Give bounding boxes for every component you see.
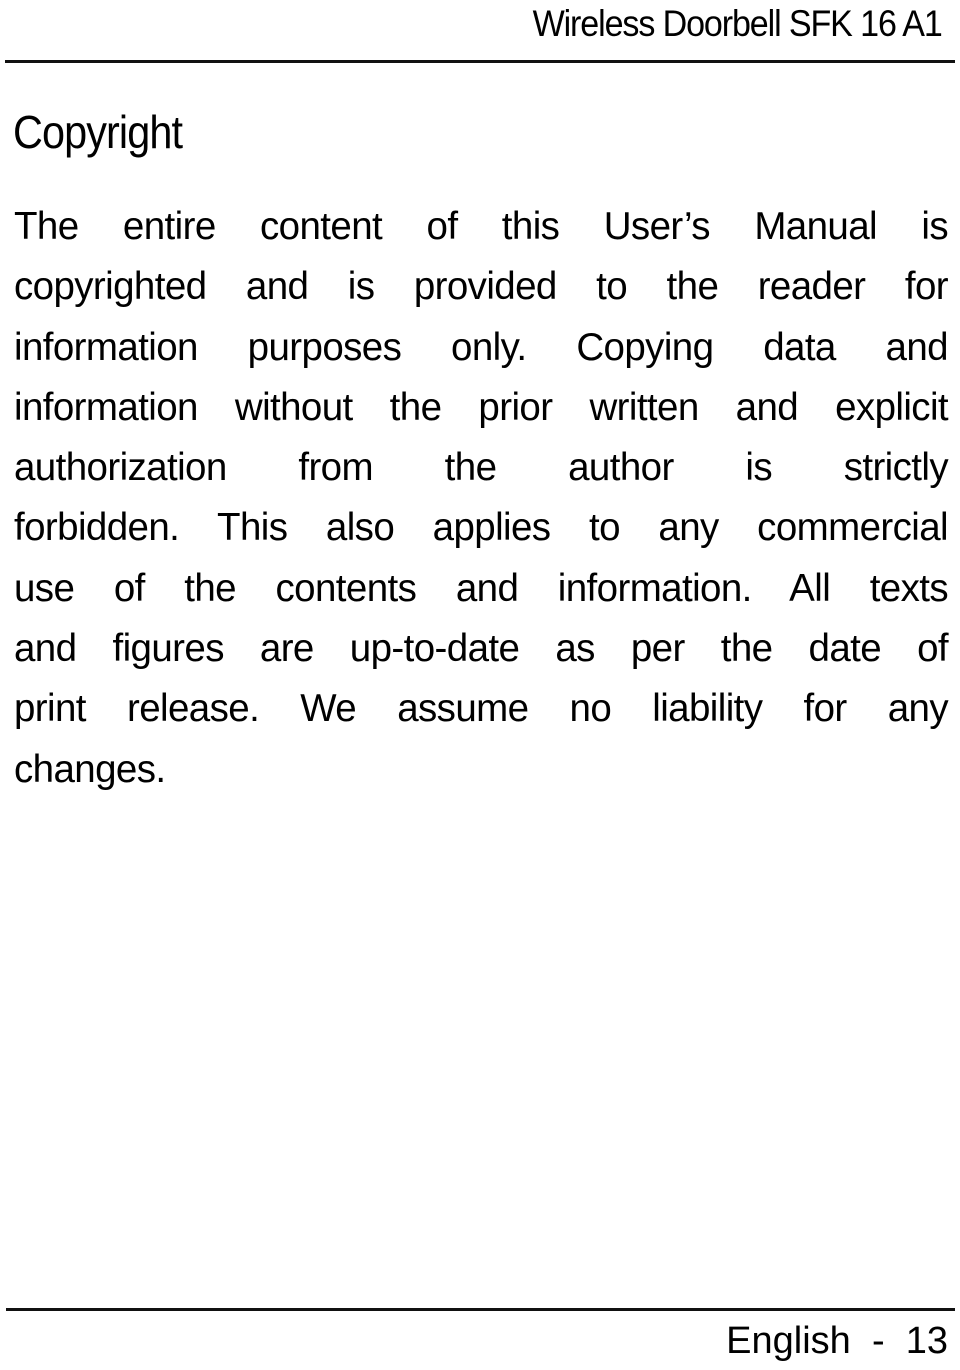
- paragraph-line: use of the contents and information. All…: [14, 566, 949, 610]
- paragraph-line: The entire content of this User’s Manual…: [14, 205, 949, 248]
- paragraph-line: forbidden. This also applies to any comm…: [14, 506, 949, 550]
- page-number: 13: [905, 1320, 948, 1362]
- section-title: Copyright: [13, 106, 183, 158]
- footer-divider: [6, 1308, 955, 1311]
- paragraph-line: and figures are up-to-date as per the da…: [14, 627, 949, 671]
- header-divider: [5, 60, 955, 63]
- paragraph-line: information without the prior written an…: [14, 385, 949, 429]
- paragraph-line: print release. We assume no liability fo…: [14, 687, 949, 731]
- page-footer: English - 13: [726, 1318, 948, 1364]
- paragraph-line: information purposes only. Copying data …: [14, 325, 949, 369]
- document-header-title: Wireless Doorbell SFK 16 A1: [532, 3, 943, 44]
- paragraph-line: changes.: [14, 747, 166, 791]
- copyright-paragraph: The entire content of this User’s Manual…: [14, 197, 949, 800]
- paragraph-line: copyrighted and is provided to the reade…: [14, 265, 949, 309]
- footer-language: English: [726, 1320, 851, 1362]
- paragraph-line: authorization from the author is strictl…: [14, 446, 949, 490]
- footer-separator: -: [871, 1320, 885, 1362]
